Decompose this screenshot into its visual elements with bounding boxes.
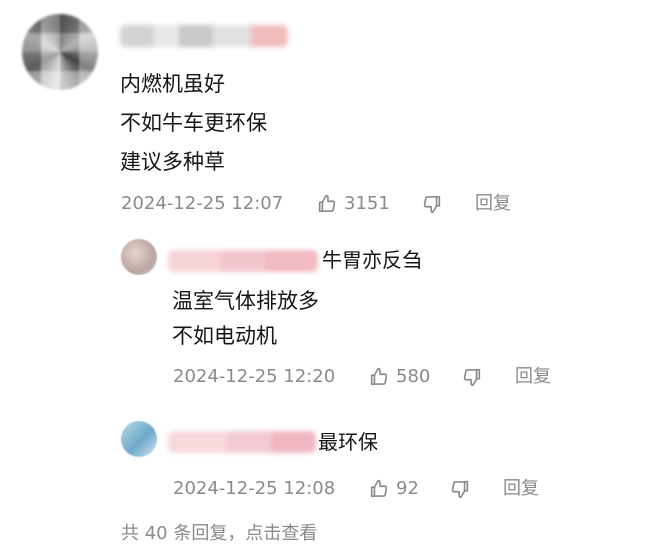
reply-timestamp: 2024-12-25 12:20 — [173, 366, 336, 387]
reply-text-line: 不如电动机 — [172, 324, 277, 348]
like-count: 580 — [396, 366, 431, 387]
reply-text-line: 温室气体排放多 — [172, 289, 319, 313]
thumbs-down-icon — [421, 193, 443, 215]
reply-timestamp: 2024-12-25 12:08 — [173, 478, 336, 499]
reply-text-inline: 牛胃亦反刍 — [322, 248, 422, 272]
comment-text-line: 不如牛车更环保 — [120, 111, 267, 135]
thumbs-up-icon — [368, 478, 390, 500]
like-count: 3151 — [344, 193, 390, 214]
thumbs-down-icon — [449, 478, 471, 500]
avatar[interactable] — [22, 14, 98, 90]
reply-text-inline: 最环保 — [318, 430, 378, 454]
like-count: 92 — [396, 478, 419, 499]
avatar[interactable] — [121, 239, 157, 275]
view-more-replies-link[interactable]: 共 40 条回复，点击查看 — [121, 525, 317, 543]
username-blurred[interactable] — [120, 25, 288, 47]
like-button[interactable]: 3151 — [316, 193, 390, 215]
username-blurred[interactable] — [168, 250, 318, 272]
thumbs-down-icon — [461, 366, 483, 388]
username-blurred[interactable] — [168, 431, 316, 453]
like-button[interactable]: 92 — [368, 478, 419, 500]
reply-button[interactable]: 回复 — [515, 368, 551, 386]
comment-timestamp: 2024-12-25 12:07 — [121, 193, 284, 214]
comment-text-line: 建议多种草 — [120, 150, 225, 174]
dislike-button[interactable] — [449, 478, 471, 504]
avatar[interactable] — [121, 421, 157, 457]
reply-button[interactable]: 回复 — [503, 480, 539, 498]
dislike-button[interactable] — [421, 193, 443, 219]
like-button[interactable]: 580 — [368, 366, 430, 388]
comment-text-line: 内燃机虽好 — [120, 72, 225, 96]
thumbs-up-icon — [368, 366, 390, 388]
reply-button[interactable]: 回复 — [475, 195, 511, 213]
thumbs-up-icon — [316, 193, 338, 215]
dislike-button[interactable] — [461, 366, 483, 392]
